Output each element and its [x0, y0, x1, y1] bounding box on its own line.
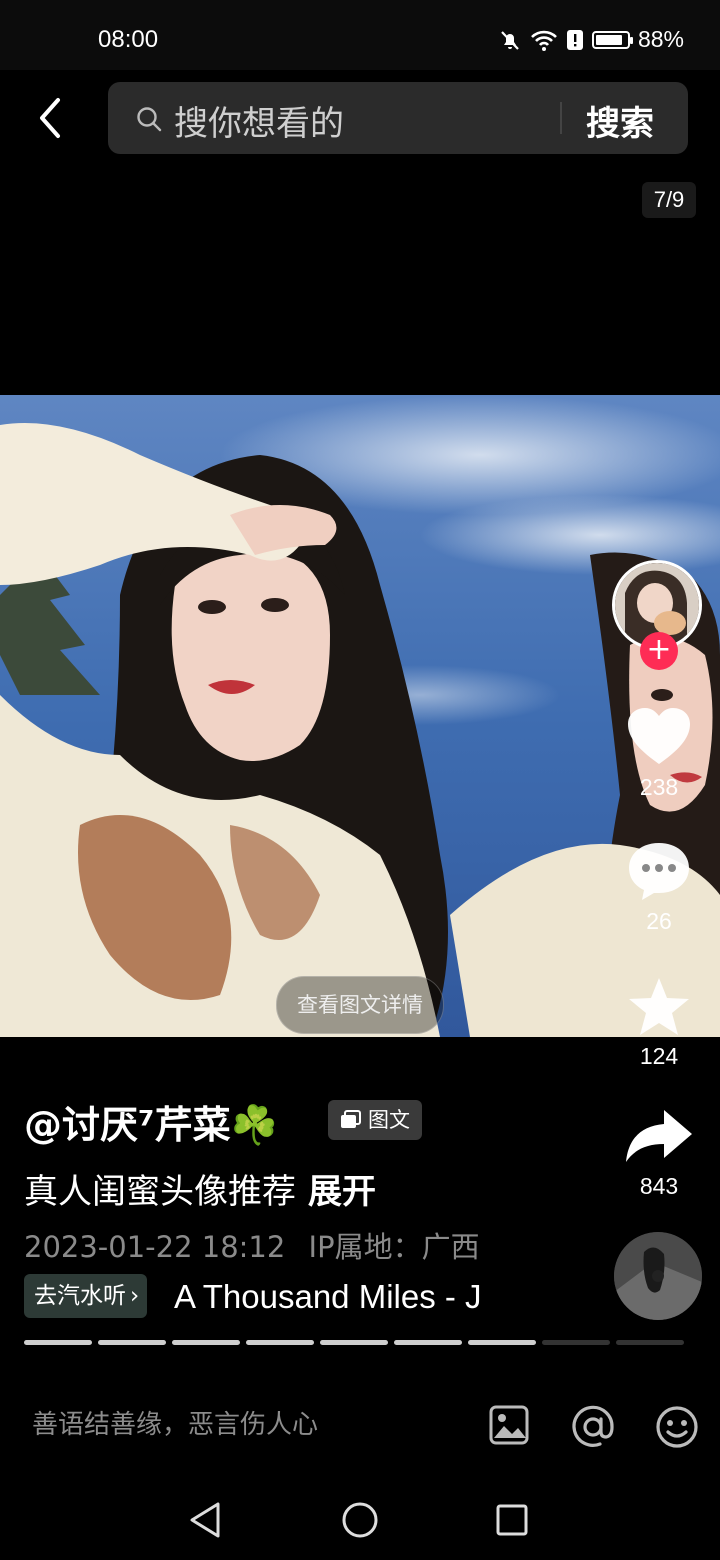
post-date: 2023-01-22 18:12 — [24, 1230, 286, 1264]
chevron-left-icon — [40, 98, 60, 138]
nav-back-button[interactable] — [188, 1500, 224, 1544]
progress-segment — [98, 1340, 166, 1345]
expand-button[interactable]: 展开 — [308, 1172, 376, 1212]
author-name[interactable]: @讨厌⁷芹菜☘️ — [24, 1094, 278, 1149]
comment-icon — [629, 843, 689, 900]
chevron-right-icon: › — [130, 1283, 140, 1309]
post-photo[interactable] — [0, 395, 720, 1037]
status-icons: 88% — [498, 26, 684, 53]
music-cover-image — [614, 1232, 702, 1320]
image-icon — [489, 1405, 529, 1445]
alert-icon — [566, 29, 583, 50]
circle-home-icon — [342, 1502, 378, 1538]
view-details-button[interactable]: 查看图文详情 — [276, 976, 444, 1034]
favorite-count: 124 — [639, 1043, 679, 1069]
battery-percent: 88% — [637, 26, 684, 52]
post-caption: 真人闺蜜头像推荐 展开 — [24, 1164, 376, 1213]
share-button[interactable] — [624, 1106, 694, 1170]
search-input[interactable]: 搜你想看的 — [174, 96, 344, 145]
mention-button[interactable] — [570, 1404, 616, 1454]
progress-segment — [616, 1340, 684, 1345]
gallery-progress — [24, 1340, 684, 1345]
photo-image — [0, 395, 720, 1037]
ip-location: IP属地：广西 — [308, 1230, 480, 1264]
music-title[interactable]: A Thousand Miles - J — [174, 1278, 514, 1316]
like-count: 238 — [639, 774, 679, 800]
mute-bell-icon — [501, 30, 519, 50]
share-icon — [626, 1110, 692, 1162]
search-icon — [137, 107, 162, 132]
search-bar[interactable]: 搜你想看的 搜索 — [108, 82, 688, 154]
battery-icon — [591, 30, 633, 49]
progress-segment — [24, 1340, 92, 1345]
nav-home-button[interactable] — [340, 1500, 380, 1544]
progress-segment — [172, 1340, 240, 1345]
image-button[interactable] — [488, 1404, 530, 1450]
post-meta: 2023-01-22 18:12 IP属地：广西 — [24, 1224, 480, 1266]
comment-bar: 善语结善缘，恶言伤人心 — [0, 1376, 720, 1472]
nav-recents-button[interactable] — [494, 1502, 530, 1542]
wifi-icon — [531, 30, 557, 51]
share-count: 843 — [639, 1173, 679, 1199]
status-time: 08:00 — [98, 26, 159, 53]
at-icon — [572, 1405, 614, 1447]
emoji-icon — [656, 1406, 698, 1448]
comment-count: 26 — [646, 908, 672, 934]
square-recents-icon — [496, 1504, 528, 1536]
search-button[interactable]: 搜索 — [586, 96, 654, 145]
search-divider — [560, 102, 562, 134]
like-button[interactable] — [626, 706, 692, 772]
progress-segment — [394, 1340, 462, 1345]
music-disc[interactable] — [614, 1232, 702, 1320]
progress-segment — [320, 1340, 388, 1345]
progress-segment — [468, 1340, 536, 1345]
back-button[interactable] — [30, 94, 74, 142]
progress-segment — [246, 1340, 314, 1345]
post-type-badge: 图文 — [328, 1100, 422, 1140]
emoji-button[interactable] — [654, 1404, 700, 1454]
status-bar: 08:00 88% — [0, 0, 720, 70]
gallery-icon — [341, 1110, 361, 1128]
page-indicator: 7/9 — [642, 182, 696, 218]
favorite-button[interactable] — [626, 976, 692, 1042]
post-type-label: 图文 — [368, 1108, 410, 1132]
music-chip-label: 去汽水听 — [34, 1283, 126, 1309]
triangle-back-icon — [190, 1502, 220, 1538]
heart-icon — [628, 708, 690, 764]
caption-text: 真人闺蜜头像推荐 — [24, 1172, 296, 1212]
music-app-chip[interactable]: 去汽水听 › — [24, 1274, 148, 1318]
follow-button[interactable]: + — [640, 632, 678, 670]
comment-input[interactable]: 善语结善缘，恶言伤人心 — [32, 1404, 318, 1441]
comment-button[interactable] — [626, 840, 692, 906]
star-icon — [629, 978, 689, 1035]
system-nav-bar — [0, 1472, 720, 1560]
progress-segment — [542, 1340, 610, 1345]
